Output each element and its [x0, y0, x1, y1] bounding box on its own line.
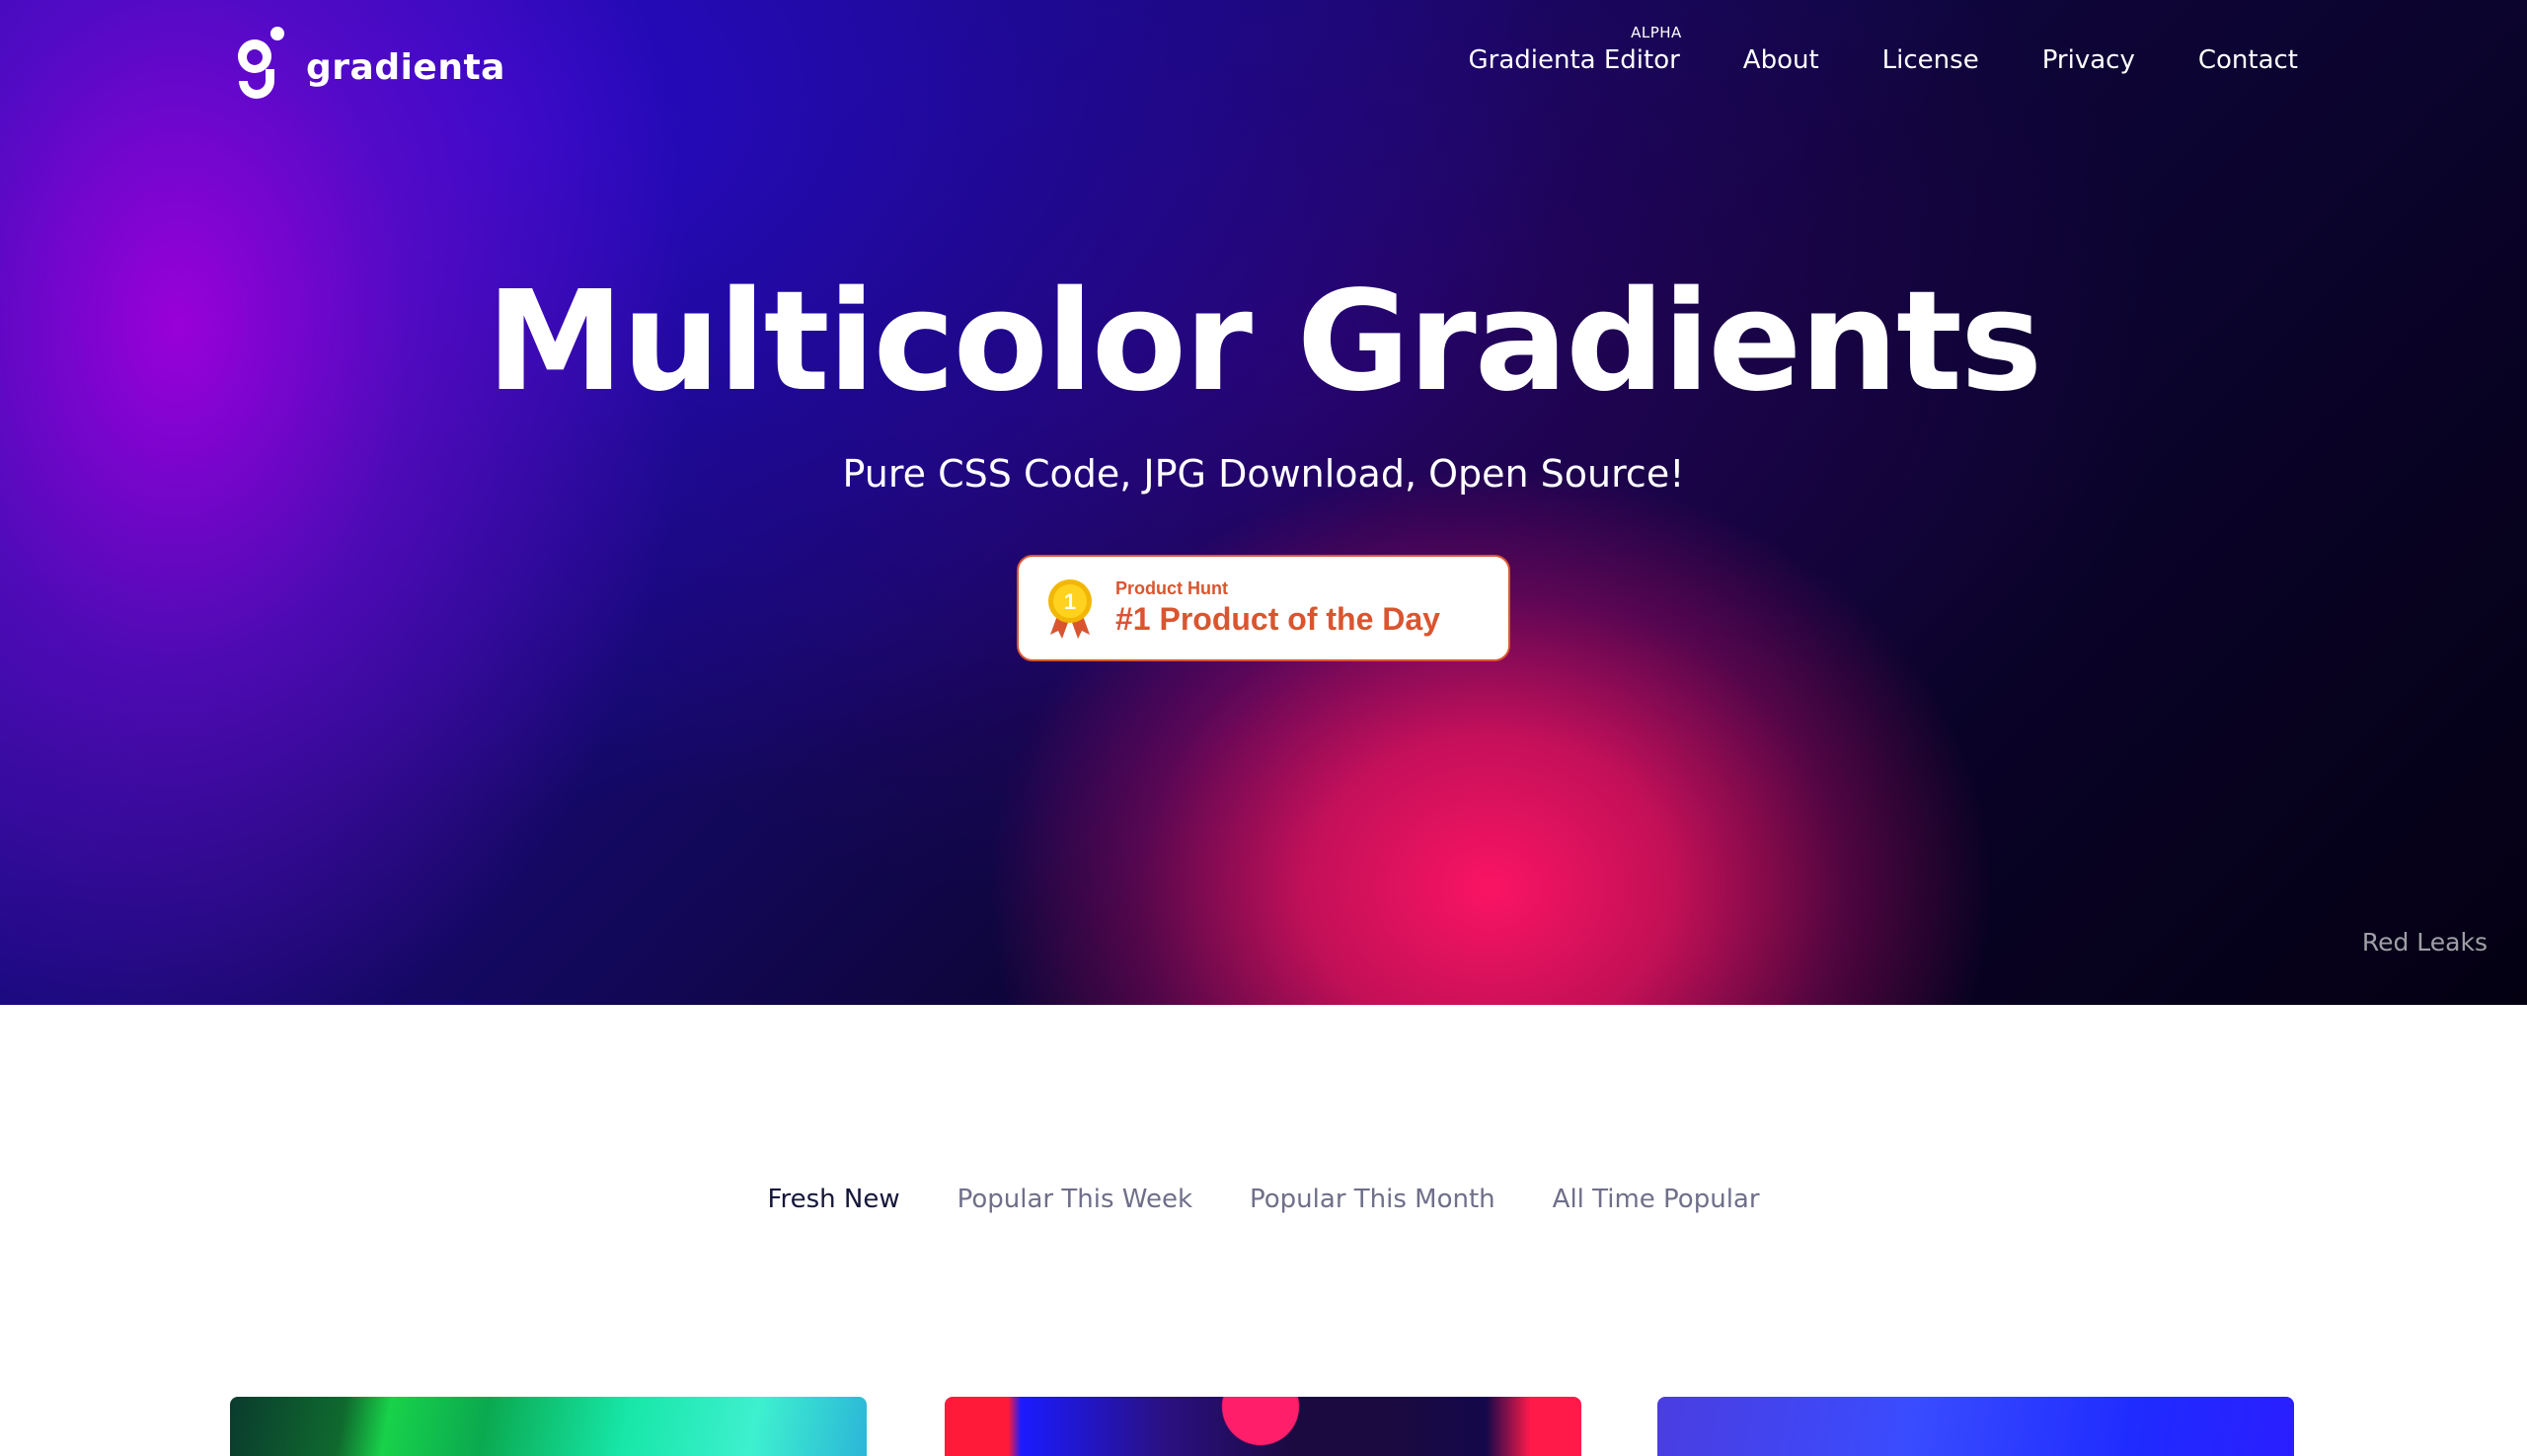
- nav-contact[interactable]: Contact: [2198, 45, 2298, 76]
- nav-about[interactable]: About: [1743, 45, 1819, 76]
- product-hunt-badge[interactable]: 1 Product Hunt #1 Product of the Day: [1017, 555, 1510, 661]
- nav-license[interactable]: License: [1882, 45, 1979, 76]
- gradient-card[interactable]: [1657, 1397, 2294, 1456]
- tab-all-time-popular[interactable]: All Time Popular: [1553, 1185, 1760, 1214]
- logo-text: gradienta: [306, 46, 505, 88]
- badge-text: Product Hunt #1 Product of the Day: [1115, 578, 1440, 638]
- tab-popular-this-week[interactable]: Popular This Week: [957, 1185, 1192, 1214]
- logo-link[interactable]: gradienta: [233, 26, 505, 105]
- filter-tabs: Fresh New Popular This Week Popular This…: [0, 1185, 2527, 1214]
- logo-mark-icon: [238, 27, 284, 99]
- badge-kicker: Product Hunt: [1115, 578, 1228, 598]
- tab-popular-this-month[interactable]: Popular This Month: [1250, 1185, 1495, 1214]
- gradient-name-caption[interactable]: Red Leaks: [2362, 928, 2488, 957]
- alpha-badge: ALPHA: [1631, 24, 1682, 41]
- medal-number: 1: [1064, 589, 1076, 614]
- nav-privacy[interactable]: Privacy: [2042, 45, 2135, 76]
- medal-icon: 1: [1048, 579, 1092, 639]
- badge-main-text: #1 Product of the Day: [1115, 601, 1440, 637]
- hero-subtitle: Pure CSS Code, JPG Download, Open Source…: [842, 452, 1685, 496]
- hero-section: gradienta ALPHA Gradienta Editor About L…: [0, 0, 2527, 1005]
- gradient-card[interactable]: [230, 1397, 867, 1456]
- hero-title: Multicolor Gradients: [486, 262, 2043, 422]
- tab-fresh-new[interactable]: Fresh New: [767, 1185, 899, 1214]
- gradient-card[interactable]: [945, 1397, 1581, 1456]
- main-nav: ALPHA Gradienta Editor About License Pri…: [1468, 24, 2298, 76]
- nav-label: Gradienta Editor: [1468, 45, 1680, 75]
- nav-gradienta-editor[interactable]: ALPHA Gradienta Editor: [1468, 24, 1681, 76]
